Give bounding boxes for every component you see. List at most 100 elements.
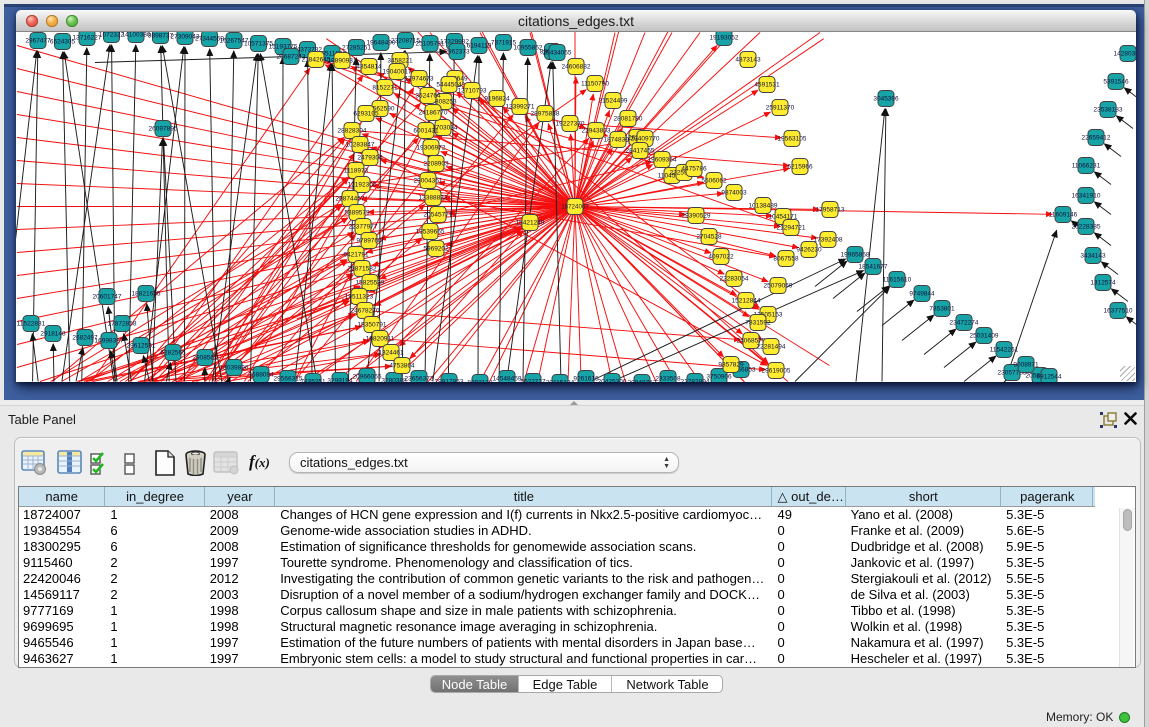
svg-text:10138489: 10138489 [749, 202, 778, 209]
svg-text:17872858: 17872858 [108, 320, 137, 327]
svg-text:17974673: 17974673 [405, 75, 434, 82]
svg-text:19820911: 19820911 [366, 335, 395, 342]
svg-text:6001431: 6001431 [413, 127, 439, 134]
svg-text:23538183: 23538183 [1094, 106, 1123, 113]
svg-text:15825539: 15825539 [356, 279, 385, 286]
svg-text:2333508: 2333508 [655, 375, 681, 382]
svg-text:11542261: 11542261 [990, 346, 1019, 353]
svg-text:11150790: 11150790 [581, 80, 609, 87]
svg-text:19965868: 19965868 [841, 251, 870, 258]
svg-text:20601747: 20601747 [93, 293, 122, 300]
svg-text:11522831: 11522831 [17, 320, 46, 327]
svg-text:20966065: 20966065 [353, 373, 382, 380]
svg-text:3045396: 3045396 [873, 95, 899, 102]
svg-text:9749844: 9749844 [909, 290, 935, 297]
svg-text:9008971: 9008971 [1013, 361, 1039, 368]
svg-text:1312574: 1312574 [1090, 279, 1116, 286]
svg-text:8152271: 8152271 [372, 84, 398, 91]
svg-text:6293105: 6293105 [353, 110, 379, 117]
svg-text:12192300: 12192300 [348, 181, 377, 188]
svg-text:20434065: 20434065 [543, 49, 572, 56]
svg-text:12710793: 12710793 [458, 87, 487, 94]
svg-text:11615610: 11615610 [883, 276, 912, 283]
svg-text:4354814: 4354814 [356, 63, 382, 70]
svg-text:9196824: 9196824 [484, 95, 510, 102]
svg-text:1118973: 1118973 [344, 167, 369, 174]
svg-text:28975838: 28975838 [531, 110, 560, 117]
svg-text:23472274: 23472274 [950, 319, 979, 326]
svg-text:3434143: 3434143 [1080, 252, 1106, 259]
svg-text:7853801: 7853801 [929, 305, 955, 312]
svg-text:25911370: 25911370 [766, 104, 795, 111]
svg-text:5022727: 5022727 [520, 378, 546, 382]
svg-text:15350791: 15350791 [358, 321, 387, 328]
svg-text:2918148: 2918148 [40, 330, 66, 337]
svg-text:9426230: 9426230 [796, 246, 822, 253]
svg-text:23656373: 23656373 [405, 375, 434, 382]
svg-text:26097895: 26097895 [149, 125, 178, 132]
svg-text:22377977: 22377977 [349, 223, 378, 230]
svg-text:6282565: 6282565 [160, 349, 186, 356]
svg-text:21294721: 21294721 [777, 224, 806, 231]
svg-text:4097022: 4097022 [708, 253, 734, 260]
svg-text:24678270: 24678270 [351, 307, 380, 314]
svg-text:4753864: 4753864 [389, 362, 415, 369]
svg-text:13399271: 13399271 [506, 103, 535, 110]
svg-text:14100380: 14100380 [122, 32, 151, 39]
svg-text:5389579: 5389579 [344, 209, 370, 216]
svg-text:16341910: 16341910 [1072, 192, 1101, 199]
svg-text:2208903: 2208903 [423, 160, 449, 167]
svg-text:22283054: 22283054 [720, 275, 749, 282]
svg-text:9912544: 9912544 [1036, 373, 1062, 380]
svg-text:11066231: 11066231 [1072, 162, 1101, 169]
svg-text:21524499: 21524499 [599, 97, 628, 104]
svg-text:2967477: 2967477 [25, 37, 51, 44]
svg-text:29612531: 29612531 [127, 342, 156, 349]
svg-text:4591531: 4591531 [754, 81, 780, 88]
svg-text:22281494: 22281494 [757, 343, 786, 350]
svg-text:9789760: 9789760 [356, 237, 382, 244]
svg-text:7235251: 7235251 [300, 378, 326, 382]
svg-text:7831592: 7831592 [745, 319, 771, 326]
svg-text:3688094: 3688094 [248, 371, 274, 378]
svg-text:4475786: 4475786 [681, 165, 707, 172]
svg-text:3750906: 3750906 [706, 373, 732, 380]
svg-text:19890931: 19890931 [328, 57, 357, 64]
svg-text:19563105: 19563105 [778, 135, 807, 142]
svg-text:29390529: 29390529 [682, 212, 711, 219]
svg-text:25871582: 25871582 [348, 265, 377, 272]
svg-text:2962373: 2962373 [444, 48, 470, 55]
svg-text:28081780: 28081780 [614, 115, 643, 122]
svg-text:10955862: 10955862 [514, 44, 543, 51]
svg-text:8892133: 8892133 [467, 379, 493, 382]
svg-text:25079069: 25079069 [764, 282, 793, 289]
svg-text:8067558: 8067558 [773, 255, 799, 262]
svg-text:14280369: 14280369 [1114, 50, 1136, 57]
svg-text:19227370: 19227370 [556, 120, 585, 127]
svg-text:14548459: 14548459 [493, 375, 522, 382]
svg-text:19040017: 19040017 [383, 68, 412, 75]
svg-text:5969202: 5969202 [423, 245, 449, 252]
svg-text:9857829: 9857829 [718, 361, 744, 368]
svg-text:9874003: 9874003 [721, 189, 747, 196]
svg-text:16377510: 16377510 [1104, 307, 1133, 314]
svg-text:20545777: 20545777 [424, 211, 453, 218]
svg-text:19193052: 19193052 [710, 34, 739, 41]
svg-text:11609146: 11609146 [1049, 211, 1078, 218]
svg-text:19539665: 19539665 [416, 228, 445, 235]
svg-text:28828304: 28828304 [338, 127, 367, 134]
svg-text:22943803: 22943803 [582, 127, 611, 134]
svg-text:6194119: 6194119 [467, 42, 492, 49]
svg-text:19609364: 19609364 [648, 156, 677, 163]
svg-text:21842645: 21842645 [302, 56, 331, 63]
svg-text:2908561: 2908561 [192, 354, 218, 361]
svg-text:2479306: 2479306 [357, 154, 383, 161]
svg-text:4873143: 4873143 [735, 56, 761, 63]
svg-text:29917853: 29917853 [435, 378, 464, 382]
svg-text:10283847: 10283847 [346, 141, 375, 148]
svg-text:17392408: 17392408 [814, 236, 843, 243]
svg-text:18039896: 18039896 [220, 364, 249, 371]
svg-text:3280388: 3280388 [381, 377, 407, 382]
svg-text:19306972: 19306972 [417, 144, 446, 151]
svg-text:20425300: 20425300 [598, 378, 627, 382]
